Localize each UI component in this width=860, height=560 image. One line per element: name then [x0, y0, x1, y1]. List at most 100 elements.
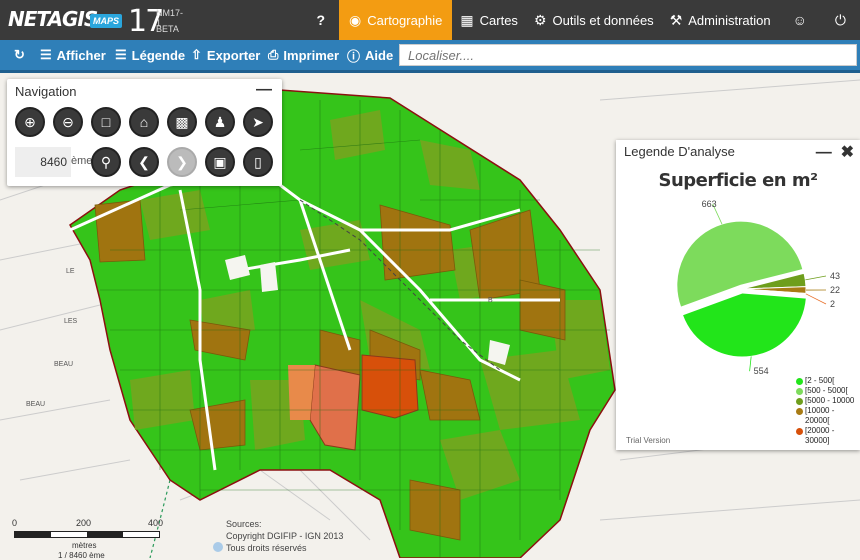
- legend-entry: [2 - 500[: [796, 376, 860, 386]
- nav-cartographie[interactable]: ◉ Cartographie: [339, 0, 452, 40]
- pie-data-label: 663: [702, 199, 717, 209]
- afficher-button[interactable]: ☰ Afficher: [40, 40, 106, 70]
- square-icon: □: [102, 114, 110, 130]
- map-sources: Sources: Copyright DGIFIP - IGN 2013 Tou…: [226, 518, 343, 554]
- map-label: LES: [64, 318, 78, 325]
- info-icon: ⓘ: [347, 46, 360, 65]
- map-icon: ▦: [460, 12, 473, 29]
- legend-dot: [796, 398, 803, 405]
- user-button[interactable]: ☺: [779, 0, 821, 40]
- scale-tick: 200: [76, 518, 91, 528]
- legend-label: 20000[: [805, 416, 829, 425]
- print-icon: ⎙: [268, 47, 278, 63]
- exporter-button[interactable]: ⇧Exporter: [191, 40, 260, 70]
- scale-ratio: 1 / 8460 ème: [58, 551, 105, 560]
- measure-button[interactable]: ▩: [167, 107, 197, 137]
- pie-data-label: 554: [754, 366, 769, 376]
- imprimer-button[interactable]: ⎙Imprimer: [268, 40, 339, 70]
- legend-title: Legende D'analyse: [624, 144, 735, 159]
- legend-label: [2 - 500[: [805, 376, 834, 385]
- legend-label: [500 - 5000[: [805, 386, 848, 395]
- help-button[interactable]: ?: [302, 0, 339, 40]
- legend-dot: [796, 428, 803, 435]
- nav-cartes[interactable]: ▦Cartes: [452, 0, 526, 40]
- legende-label: Légende: [132, 48, 185, 63]
- scale-value: 8460: [40, 155, 67, 169]
- pie-data-label: 43: [830, 271, 840, 281]
- pie-slice[interactable]: [682, 293, 806, 357]
- pointer-icon: ➤: [252, 114, 264, 131]
- person-pin-icon: ♟: [214, 114, 227, 131]
- logout-button[interactable]: ⏻: [821, 0, 860, 40]
- legend-entry-cont: 30000]: [796, 436, 860, 446]
- map-label: BEAU: [26, 401, 45, 408]
- sources-line: Sources:: [226, 518, 343, 530]
- legend-label: 30000]: [805, 436, 829, 445]
- sources-line: Tous droits réservés: [226, 542, 343, 554]
- home-icon: ⌂: [140, 114, 148, 130]
- legend-label: [10000 -: [805, 406, 834, 415]
- pie-leader-line: [805, 276, 826, 280]
- aide-button[interactable]: ⓘ Aide: [347, 40, 393, 70]
- locate-button[interactable]: ♟: [205, 107, 235, 137]
- help-icon: ?: [316, 12, 325, 28]
- zoom-box-button[interactable]: □: [91, 107, 121, 137]
- crop-button[interactable]: ▣: [205, 147, 235, 177]
- nav-outils-label: Outils et données: [553, 13, 654, 28]
- globe-icon: ◉: [349, 12, 361, 29]
- legend-close-button[interactable]: ✖: [841, 144, 854, 161]
- map-label: BEAU: [54, 361, 73, 368]
- logo-maps: MAPS: [90, 14, 122, 28]
- list-icon: ☰: [115, 47, 127, 63]
- legend-label: [20000 -: [805, 426, 834, 435]
- sources-line: Copyright DGIFIP - IGN 2013: [226, 530, 343, 542]
- localiser-search-input[interactable]: [399, 44, 857, 66]
- next-extent-button[interactable]: ❯: [167, 147, 197, 177]
- legend-dot: [796, 378, 803, 385]
- eraser-button[interactable]: ▯: [243, 147, 273, 177]
- nav-cartographie-label: Cartographie: [367, 13, 442, 28]
- pie-leader-line: [750, 356, 752, 371]
- power-icon: ⏻: [835, 12, 846, 29]
- navigation-minimize-button[interactable]: —: [256, 81, 272, 99]
- legende-button[interactable]: ☰ Légende: [115, 40, 185, 70]
- layers-icon: ☰: [40, 47, 52, 63]
- chevron-right-icon: ❯: [176, 154, 188, 171]
- top-bar: NETAGIS MAPS 17 NM17-1 BETA ? ◉Cartograp…: [0, 0, 860, 40]
- scale-tick: 0: [12, 518, 17, 528]
- previous-extent-button[interactable]: ❮: [129, 147, 159, 177]
- scale-unit: ème: [71, 155, 92, 167]
- pie-data-label: 22: [830, 285, 840, 295]
- scale-graphic: [14, 531, 160, 538]
- logo-name: NETAGIS: [8, 7, 97, 31]
- pie-leader-line: [806, 294, 826, 304]
- refresh-button[interactable]: ↻: [14, 40, 25, 70]
- legend-minimize-button[interactable]: —: [816, 144, 832, 161]
- chevron-left-icon: ❮: [138, 154, 150, 171]
- crop-icon: ▣: [213, 154, 226, 171]
- nav-outils[interactable]: ⚙ Outils et données: [526, 0, 662, 40]
- legend-entry: [500 - 5000[: [796, 386, 860, 396]
- user-icon: ☺: [793, 12, 807, 28]
- zoom-scale-button[interactable]: ⚲: [91, 147, 121, 177]
- chart-title: Superficie en m²: [616, 170, 860, 191]
- top-nav: ? ◉ Cartographie ▦Cartes ⚙ Outils et donné…: [302, 0, 860, 40]
- gear-icon: ⚙: [534, 12, 547, 29]
- legend-entry: [20000 -: [796, 426, 860, 436]
- pie-chart: 55466343222: [616, 195, 860, 395]
- map-label: LE: [66, 268, 75, 275]
- afficher-label: Afficher: [57, 48, 106, 63]
- wrench-icon: ⚒: [670, 12, 683, 29]
- zoom-out-icon: ⊖: [62, 114, 74, 131]
- search-icon: ⚲: [101, 154, 111, 171]
- scale-input[interactable]: 8460: [15, 147, 71, 177]
- zoom-in-button[interactable]: ⊕: [15, 107, 45, 137]
- legend-entry: [10000 -: [796, 406, 860, 416]
- home-button[interactable]: ⌂: [129, 107, 159, 137]
- ruler-icon: ▩: [175, 114, 188, 131]
- aide-label: Aide: [365, 48, 393, 63]
- zoom-in-icon: ⊕: [24, 114, 36, 131]
- nav-administration[interactable]: ⚒Administration: [662, 0, 779, 40]
- select-button[interactable]: ➤: [243, 107, 273, 137]
- zoom-out-button[interactable]: ⊖: [53, 107, 83, 137]
